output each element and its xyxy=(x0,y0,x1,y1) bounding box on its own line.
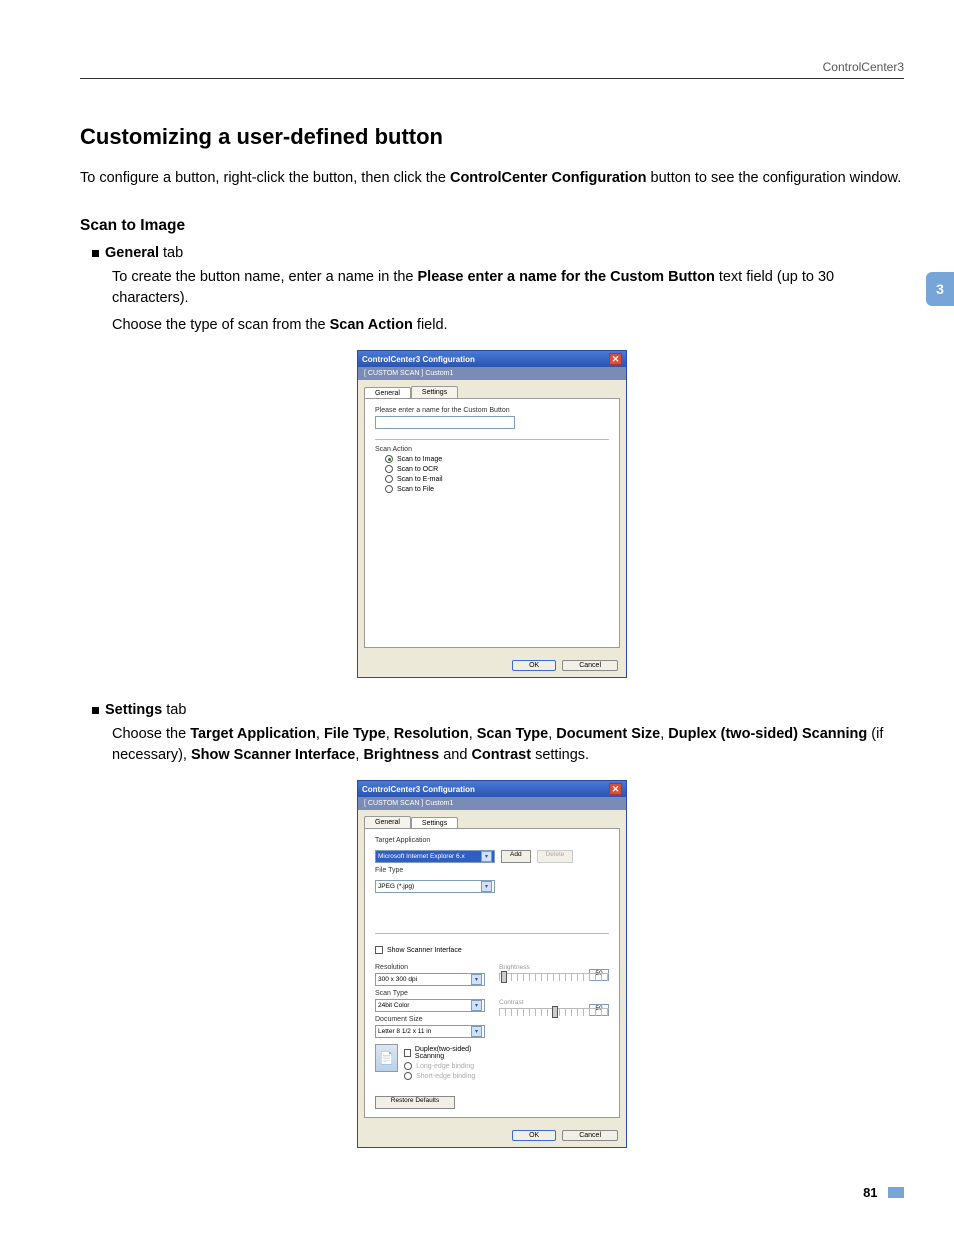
scan-type-label: Scan Type xyxy=(375,990,485,997)
dialog-titlebar: ControlCenter3 Configuration ✕ xyxy=(358,351,626,367)
cancel-button[interactable]: Cancel xyxy=(562,660,618,671)
bullet-icon xyxy=(92,250,99,257)
scan-type-select[interactable]: 24bit Color▾ xyxy=(375,999,485,1012)
resolution-select[interactable]: 300 x 300 dpi▾ xyxy=(375,973,485,986)
file-type-label: File Type xyxy=(375,867,609,874)
dialog-breadcrumb: [ CUSTOM SCAN ] Custom1 xyxy=(358,797,626,810)
running-header: ControlCenter3 xyxy=(80,60,904,79)
tab-settings[interactable]: Settings xyxy=(411,386,458,398)
doc-size-label: Document Size xyxy=(375,1016,485,1023)
add-button[interactable]: Add xyxy=(501,850,531,863)
chevron-down-icon: ▾ xyxy=(471,1026,482,1037)
section-heading: Scan to Image xyxy=(80,217,904,235)
page-title: Customizing a user-defined button xyxy=(80,124,904,150)
dialog-breadcrumb: [ CUSTOM SCAN ] Custom1 xyxy=(358,367,626,380)
radio-icon xyxy=(404,1072,412,1080)
bullet-settings: Settings tab xyxy=(92,702,904,718)
radio-long-edge: Long-edge binding xyxy=(404,1062,485,1070)
radio-icon xyxy=(385,455,393,463)
restore-defaults-button[interactable]: Restore Defaults xyxy=(375,1096,455,1109)
scan-action-label: Scan Action xyxy=(375,446,609,453)
settings-panel: Target Application Microsoft Internet Ex… xyxy=(364,828,620,1118)
config-dialog-settings: ControlCenter3 Configuration ✕ [ CUSTOM … xyxy=(357,780,627,1148)
target-app-select[interactable]: Microsoft Internet Explorer 6.x ▾ xyxy=(375,850,495,863)
radio-icon xyxy=(385,485,393,493)
ok-button[interactable]: OK xyxy=(512,1130,556,1141)
close-icon[interactable]: ✕ xyxy=(609,353,622,365)
page-footer: 81 xyxy=(80,1184,904,1202)
intro-paragraph: To configure a button, right-click the b… xyxy=(80,168,904,189)
chevron-down-icon: ▾ xyxy=(481,881,492,892)
config-dialog-general: ControlCenter3 Configuration ✕ [ CUSTOM … xyxy=(357,350,627,678)
file-type-select[interactable]: JPEG (*.jpg) ▾ xyxy=(375,880,495,893)
general-panel: Please enter a name for the Custom Butto… xyxy=(364,398,620,648)
custom-name-input[interactable] xyxy=(375,416,515,429)
dialog-title: ControlCenter3 Configuration xyxy=(362,785,475,794)
resolution-label: Resolution xyxy=(375,964,485,971)
settings-body: Choose the Target Application, File Type… xyxy=(112,724,904,766)
chevron-down-icon: ▾ xyxy=(471,1000,482,1011)
radio-scan-email[interactable]: Scan to E-mail xyxy=(385,475,609,483)
show-scanner-checkbox[interactable]: Show Scanner Interface xyxy=(375,946,609,954)
cancel-button[interactable]: Cancel xyxy=(562,1130,618,1141)
header-title: ControlCenter3 xyxy=(823,60,904,74)
radio-icon xyxy=(385,465,393,473)
duplex-icon: 📄 xyxy=(375,1044,398,1072)
contrast-slider[interactable] xyxy=(499,1008,609,1016)
chevron-down-icon: ▾ xyxy=(481,851,492,862)
radio-scan-file[interactable]: Scan to File xyxy=(385,485,609,493)
dialog-title: ControlCenter3 Configuration xyxy=(362,355,475,364)
dialog-titlebar: ControlCenter3 Configuration ✕ xyxy=(358,781,626,797)
general-body-1: To create the button name, enter a name … xyxy=(112,267,904,309)
radio-scan-ocr[interactable]: Scan to OCR xyxy=(385,465,609,473)
radio-short-edge: Short-edge binding xyxy=(404,1072,485,1080)
close-icon[interactable]: ✕ xyxy=(609,783,622,795)
delete-button[interactable]: Delete xyxy=(537,850,574,863)
custom-name-label: Please enter a name for the Custom Butto… xyxy=(375,407,609,414)
page-number: 81 xyxy=(863,1185,877,1200)
ok-button[interactable]: OK xyxy=(512,660,556,671)
duplex-checkbox[interactable]: Duplex(two-sided) Scanning xyxy=(404,1046,485,1060)
general-body-2: Choose the type of scan from the Scan Ac… xyxy=(112,315,904,336)
doc-size-select[interactable]: Letter 8 1/2 x 11 in▾ xyxy=(375,1025,485,1038)
footer-accent-bar xyxy=(888,1187,904,1198)
chevron-down-icon: ▾ xyxy=(471,974,482,985)
tab-general[interactable]: General xyxy=(364,816,411,828)
chapter-side-tab: 3 xyxy=(926,272,954,306)
checkbox-icon xyxy=(375,946,383,954)
bullet-general: General tab xyxy=(92,245,904,261)
bullet-icon xyxy=(92,707,99,714)
radio-scan-image[interactable]: Scan to Image xyxy=(385,455,609,463)
radio-icon xyxy=(385,475,393,483)
brightness-slider[interactable] xyxy=(499,973,609,981)
checkbox-icon xyxy=(404,1049,411,1057)
radio-icon xyxy=(404,1062,412,1070)
target-app-label: Target Application xyxy=(375,837,609,844)
